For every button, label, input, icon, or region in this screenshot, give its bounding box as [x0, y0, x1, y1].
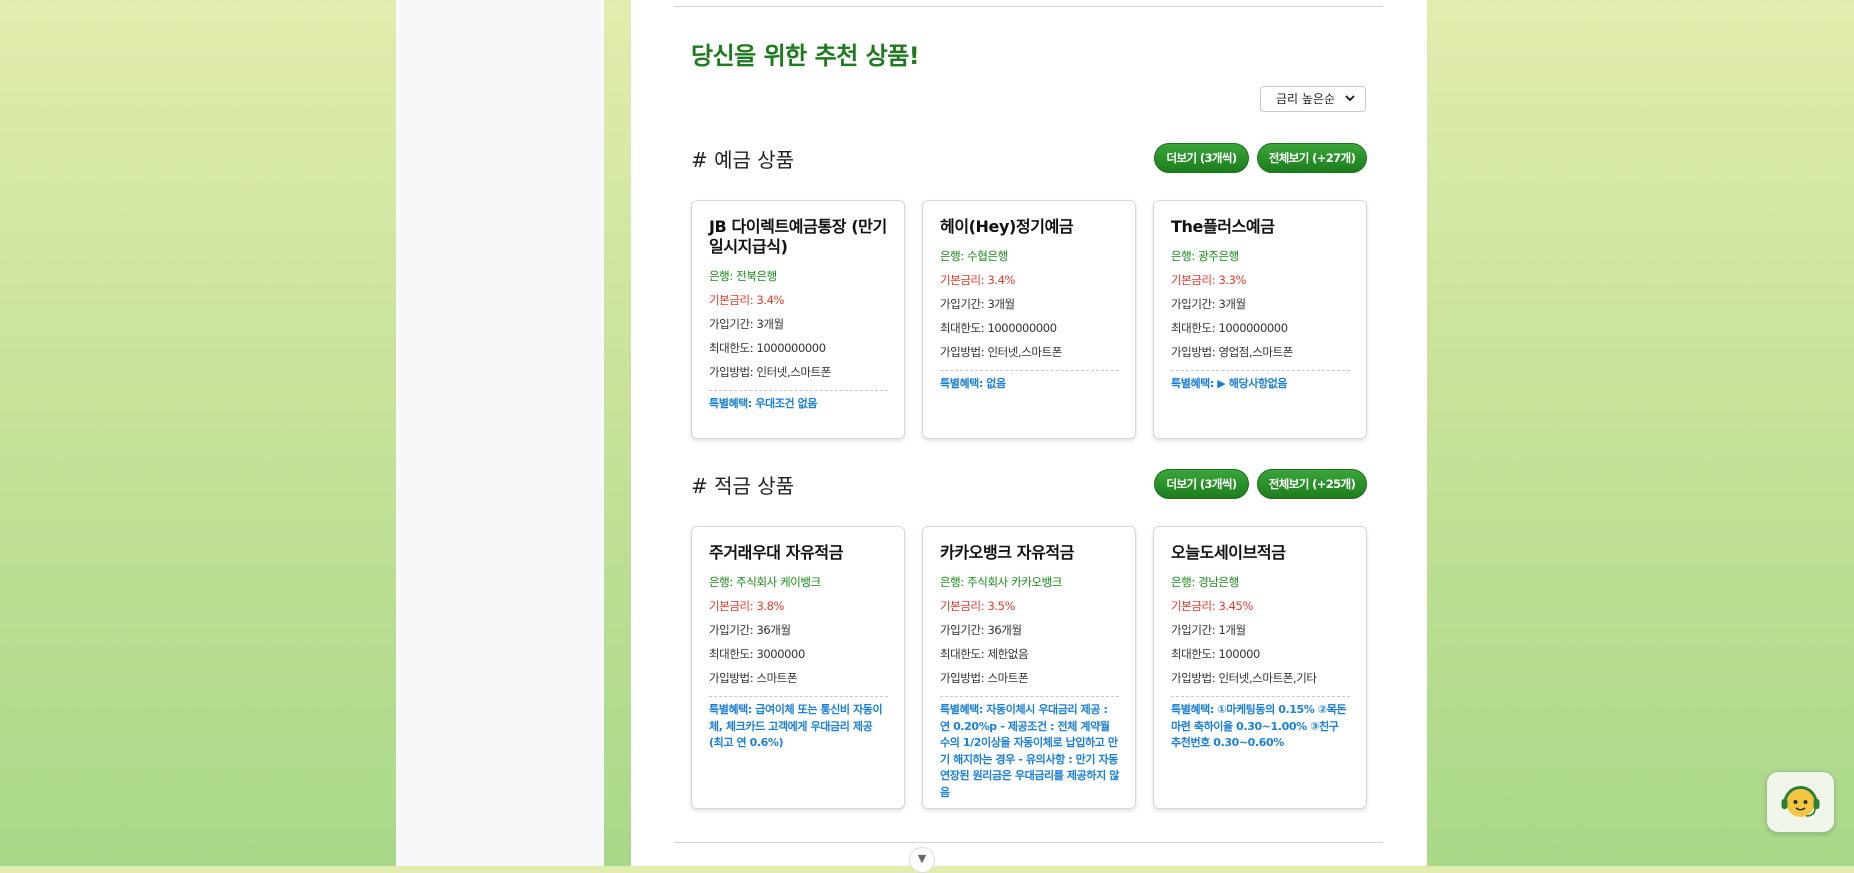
bank-name: 은행: 광주은행: [1171, 249, 1239, 263]
deposit-card[interactable]: The플러스예금 은행: 광주은행 기본금리: 3.3% 가입기간: 3개월 최…: [1153, 200, 1367, 439]
join-method: 가입방법: 스마트폰: [709, 671, 798, 685]
join-method: 가입방법: 인터넷,스마트폰: [709, 365, 831, 379]
special-benefit: 특별혜택: 없음: [940, 370, 1119, 393]
base-rate: 기본금리: 3.45%: [1171, 599, 1253, 613]
max-limit: 최대한도: 1000000000: [1171, 321, 1288, 335]
top-divider: [674, 6, 1383, 7]
deposit-view-all-button[interactable]: 전체보기 (+27개): [1257, 143, 1367, 173]
join-period: 가입기간: 3개월: [709, 317, 784, 331]
base-rate: 기본금리: 3.4%: [940, 273, 1016, 287]
bank-name: 은행: 전북은행: [709, 269, 777, 283]
join-period: 가입기간: 3개월: [940, 297, 1015, 311]
join-period: 가입기간: 36개월: [709, 623, 791, 637]
product-name: JB 다이렉트예금통장 (만기일시지급식): [709, 217, 887, 256]
product-name: 헤이(Hey)정기예금: [940, 217, 1074, 236]
join-method: 가입방법: 스마트폰: [940, 671, 1029, 685]
max-limit: 최대한도: 3000000: [709, 647, 805, 661]
product-name: 카카오뱅크 자유적금: [940, 543, 1075, 562]
sort-select[interactable]: 금리 높은순: [1260, 86, 1366, 112]
bank-name: 은행: 경남은행: [1171, 575, 1239, 589]
special-benefit: 특별혜택: 자동이체시 우대금리 제공 : 연 0.20%p - 제공조건 : …: [940, 696, 1119, 801]
bank-name: 은행: 주식회사 케이뱅크: [709, 575, 821, 589]
page-title: 당신을 위한 추천 상품!: [691, 42, 920, 70]
special-benefit: 특별혜택: ▶ 해당사항없음: [1171, 370, 1350, 393]
product-name: The플러스예금: [1171, 217, 1275, 236]
savings-more-button[interactable]: 더보기 (3개씩): [1154, 469, 1249, 499]
product-name: 오늘도세이브적금: [1171, 543, 1286, 562]
deposit-more-button[interactable]: 더보기 (3개씩): [1154, 143, 1249, 173]
bank-name: 은행: 주식회사 카카오뱅크: [940, 575, 1062, 589]
special-benefit: 특별혜택: 급여이체 또는 통신비 자동이체, 체크카드 고객에게 우대금리 제…: [709, 696, 888, 752]
base-rate: 기본금리: 3.3%: [1171, 273, 1247, 287]
join-method: 가입방법: 인터넷,스마트폰: [940, 345, 1062, 359]
bank-name: 은행: 수협은행: [940, 249, 1008, 263]
max-limit: 최대한도: 1000000000: [709, 341, 826, 355]
savings-view-all-button[interactable]: 전체보기 (+25개): [1257, 469, 1367, 499]
special-benefit: 특별혜택: ①마케팅동의 0.15% ②목돈마련 축하이율 0.30~1.00%…: [1171, 696, 1350, 752]
base-rate: 기본금리: 3.8%: [709, 599, 785, 613]
savings-card[interactable]: 주거래우대 자유적금 은행: 주식회사 케이뱅크 기본금리: 3.8% 가입기간…: [691, 526, 905, 809]
max-limit: 최대한도: 1000000000: [940, 321, 1057, 335]
scroll-down-icon: ▼: [917, 852, 927, 865]
chevron-down-icon: [1345, 95, 1355, 102]
savings-card[interactable]: 카카오뱅크 자유적금 은행: 주식회사 카카오뱅크 기본금리: 3.5% 가입기…: [922, 526, 1136, 809]
deposit-card[interactable]: JB 다이렉트예금통장 (만기일시지급식) 은행: 전북은행 기본금리: 3.4…: [691, 200, 905, 439]
sort-select-value: 금리 높은순: [1276, 92, 1336, 106]
savings-section-title: # 적금 상품: [691, 474, 795, 498]
savings-card[interactable]: 오늘도세이브적금 은행: 경남은행 기본금리: 3.45% 가입기간: 1개월 …: [1153, 526, 1367, 809]
deposit-section-title: # 예금 상품: [691, 148, 795, 172]
bottom-divider: [674, 842, 1383, 843]
special-benefit: 특별혜택: 우대조건 없음: [709, 390, 888, 413]
max-limit: 최대한도: 제한없음: [940, 647, 1029, 661]
left-sidebar: [396, 0, 604, 866]
product-name: 주거래우대 자유적금: [709, 543, 844, 562]
chatbot-icon: [1781, 786, 1820, 817]
deposit-card[interactable]: 헤이(Hey)정기예금 은행: 수협은행 기본금리: 3.4% 가입기간: 3개…: [922, 200, 1136, 439]
chatbot-button[interactable]: [1766, 771, 1835, 833]
join-period: 가입기간: 3개월: [1171, 297, 1246, 311]
base-rate: 기본금리: 3.5%: [940, 599, 1016, 613]
base-rate: 기본금리: 3.4%: [709, 293, 785, 307]
join-method: 가입방법: 인터넷,스마트폰,기타: [1171, 671, 1317, 685]
max-limit: 최대한도: 100000: [1171, 647, 1260, 661]
join-period: 가입기간: 1개월: [1171, 623, 1246, 637]
join-method: 가입방법: 영업점,스마트폰: [1171, 345, 1293, 359]
scroll-down-button[interactable]: ▼: [909, 847, 935, 873]
join-period: 가입기간: 36개월: [940, 623, 1022, 637]
